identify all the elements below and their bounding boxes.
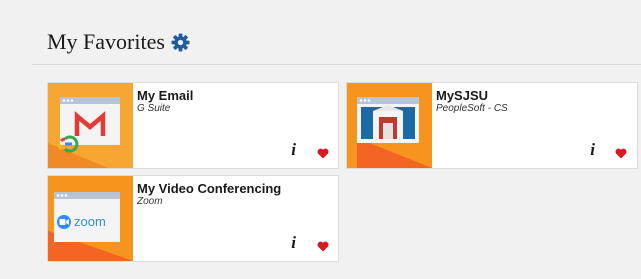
info-icon[interactable]: i <box>291 140 296 160</box>
favorite-card-video-conferencing[interactable]: zoom My Video Conferencing Zoom i <box>47 175 339 262</box>
heart-icon[interactable] <box>317 241 329 252</box>
favorite-card-email[interactable]: My Email G Suite i <box>47 82 339 169</box>
heart-icon[interactable] <box>615 148 627 159</box>
info-icon[interactable]: i <box>291 233 296 253</box>
header-divider <box>32 64 641 65</box>
zoom-icon: zoom <box>48 176 133 261</box>
favorite-name: My Email <box>137 88 194 103</box>
heart-icon[interactable] <box>317 148 329 159</box>
favorite-name: My Video Conferencing <box>137 181 282 196</box>
favorite-name: MySJSU <box>436 88 489 103</box>
favorite-subtitle: PeopleSoft - CS <box>436 103 508 114</box>
building-icon <box>347 83 432 168</box>
favorite-subtitle: G Suite <box>137 103 171 114</box>
favorite-subtitle: Zoom <box>137 196 163 207</box>
gmail-icon <box>48 83 133 168</box>
favorites-header: My Favorites <box>47 28 190 56</box>
zoom-logo-text: zoom <box>74 214 106 229</box>
info-icon[interactable]: i <box>590 140 595 160</box>
favorite-card-mysjsu[interactable]: MySJSU PeopleSoft - CS i <box>346 82 638 169</box>
gear-icon[interactable] <box>171 32 190 52</box>
page-title: My Favorites <box>47 29 165 54</box>
